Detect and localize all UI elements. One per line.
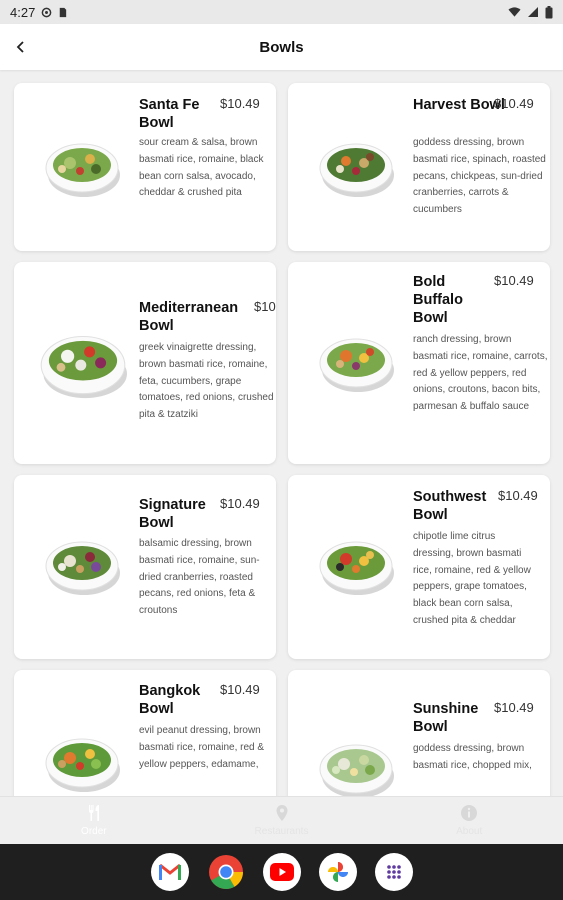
bowl-card-bangkok[interactable]: Bangkok Bowl $10.49 evil peanut dressing… [14, 670, 276, 798]
bowl-description: sour cream & salsa, brown basmati rice, … [139, 137, 264, 199]
info-icon [461, 805, 478, 821]
bold-buffalo-bowl-image [319, 338, 394, 392]
bowl-card-harvest[interactable]: Harvest Bowl $10.49 goddess dressing, br… [288, 83, 550, 251]
bowl-price: $10.49 [220, 96, 260, 111]
location-pin-icon [276, 805, 287, 821]
app-bar: Bowls [0, 24, 563, 70]
southwest-bowl-image [319, 541, 394, 595]
signature-bowl-image [45, 541, 120, 595]
bowl-card-bold-buffalo[interactable]: Bold Buffalo Bowl $10.49 ranch dressing,… [288, 262, 550, 464]
bowl-description: goddess dressing, brown basmati rice, ch… [413, 743, 532, 771]
bowl-description: chipotle lime citrus dressing, brown bas… [413, 531, 531, 626]
youtube-icon[interactable] [262, 853, 301, 891]
wifi-icon [508, 7, 521, 17]
system-dock [0, 844, 563, 900]
bowl-card-sunshine[interactable]: Sunshine Bowl $10.49 goddess dressing, b… [288, 670, 550, 798]
battery-icon [545, 5, 553, 18]
chrome-icon[interactable] [206, 853, 245, 891]
fork-knife-icon [88, 805, 99, 821]
gmail-icon[interactable] [150, 853, 189, 891]
bowl-description: goddess dressing, brown basmati rice, sp… [413, 137, 546, 216]
photos-icon[interactable] [318, 853, 357, 891]
tab-order-label: Order [81, 826, 107, 837]
bowl-price: $10.49 [498, 488, 538, 503]
bowl-name: Mediterranean Bowl [139, 300, 239, 334]
bowl-price: $10.49 [494, 96, 534, 111]
tab-restaurants-label: Restaurants [254, 826, 309, 837]
bowl-price: $10 [254, 299, 276, 314]
tab-about[interactable]: About [375, 797, 563, 844]
santa-fe-bowl-image [45, 143, 120, 197]
app-drawer-icon[interactable] [374, 853, 413, 891]
bowls-list[interactable]: Santa Fe Bowl $10.49 sour cream & salsa,… [0, 70, 563, 798]
bottom-navigation: Order Restaurants About [0, 796, 563, 844]
page-title: Bowls [259, 38, 304, 56]
sim-card-icon [60, 7, 67, 17]
signal-icon [528, 7, 538, 17]
bowl-name: Bold Buffalo Bowl [413, 274, 463, 326]
bowl-price: $10.49 [494, 700, 534, 715]
sunshine-bowl-image [319, 744, 394, 798]
chevron-left-icon [16, 41, 24, 53]
bowl-card-signature[interactable]: Signature Bowl $10.49 balsamic dressing,… [14, 475, 276, 659]
bowl-description: ranch dressing, brown basmati rice, roma… [413, 334, 548, 413]
bowl-card-santa-fe[interactable]: Santa Fe Bowl $10.49 sour cream & salsa,… [14, 83, 276, 251]
bowl-card-southwest[interactable]: Southwest Bowl $10.49 chipotle lime citr… [288, 475, 550, 659]
tab-order[interactable]: Order [0, 797, 188, 844]
bowl-price: $10.49 [220, 496, 260, 511]
bowl-price: $10.49 [494, 273, 534, 288]
status-right-icons [508, 5, 553, 19]
bowl-description: evil peanut dressing, brown basmati rice… [139, 725, 265, 770]
bowl-price: $10.49 [220, 682, 260, 697]
status-time: 4:27 [10, 4, 36, 20]
status-bar: 4:27 [0, 0, 563, 24]
harvest-bowl-image [319, 143, 394, 197]
bangkok-bowl-image [45, 738, 120, 792]
tab-about-label: About [456, 826, 483, 837]
settings-status-icon [41, 7, 52, 17]
tab-restaurants[interactable]: Restaurants [188, 797, 376, 844]
bowl-description: greek vinaigrette dressing, brown basmat… [139, 342, 274, 421]
bowl-description: balsamic dressing, brown basmati rice, r… [139, 538, 260, 617]
back-button[interactable] [10, 36, 32, 58]
bowl-card-mediterranean[interactable]: Mediterranean Bowl $10 greek vinaigrette… [14, 262, 276, 464]
mediterranean-bowl-image [40, 335, 127, 399]
bowl-name: Southwest Bowl [413, 489, 487, 523]
